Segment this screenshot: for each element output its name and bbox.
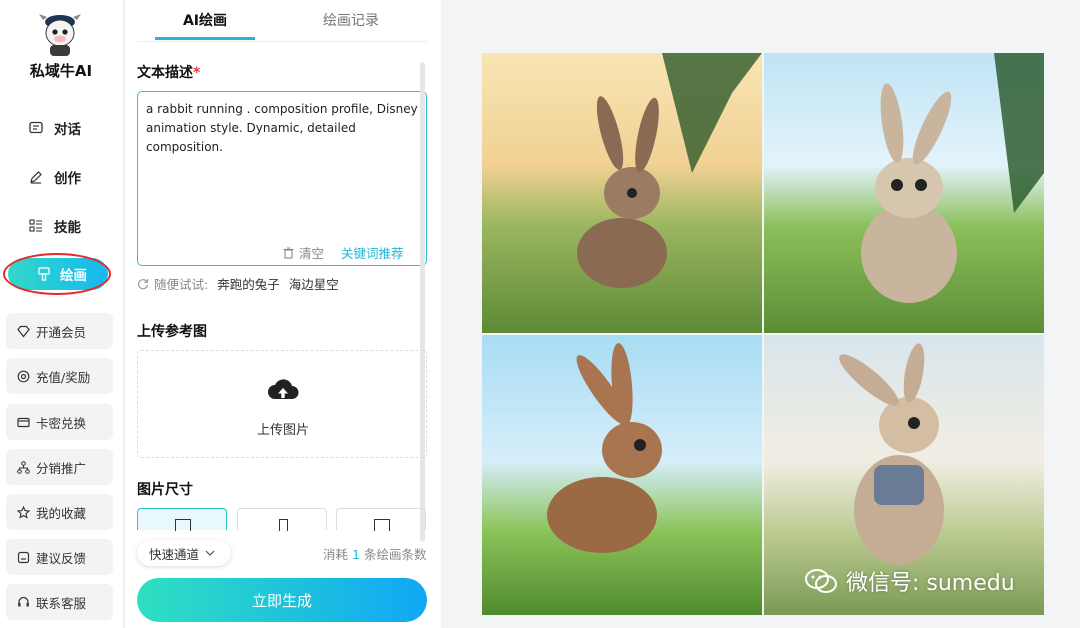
card-icon (16, 415, 30, 429)
upload-label: 上传图片 (256, 423, 309, 438)
result-image-2[interactable] (764, 53, 1044, 333)
rabbit-illustration-1 (577, 53, 762, 288)
star-icon (16, 505, 30, 519)
sidebar: 私域牛AI 对话 创作 技能 绘画 开通会员 充值/奖励 卡密兑换 分销推广 我… (0, 0, 124, 628)
annotation-highlight-ring (3, 253, 111, 295)
required-mark: * (193, 65, 201, 81)
upload-dropzone[interactable]: 上传图片 (137, 350, 427, 458)
prompt-textarea[interactable]: a rabbit running . composition profile, … (137, 91, 427, 266)
rabbit-illustration-2 (861, 53, 1044, 303)
cow-mascot-logo (39, 14, 81, 56)
menu-card-redeem-label: 卡密兑换 (36, 415, 87, 431)
prompt-title-text: 文本描述 (137, 65, 193, 81)
suggest-chip-rabbit[interactable]: 奔跑的兔子 (217, 274, 280, 293)
cost-info: 消耗 1 条绘画条数 (323, 544, 426, 563)
result-image-1[interactable] (482, 53, 762, 333)
size-title: 图片尺寸 (137, 482, 193, 498)
wechat-icon (805, 569, 837, 593)
network-icon (16, 460, 30, 474)
menu-distribution[interactable]: 分销推广 (6, 449, 113, 485)
nav-skills-label: 技能 (54, 220, 81, 236)
menu-membership[interactable]: 开通会员 (6, 313, 113, 349)
nav-skills[interactable]: 技能 (28, 214, 81, 238)
watermark-text: 微信号: sumedu (846, 571, 1015, 596)
result-image-grid (482, 53, 1045, 615)
list-icon (28, 218, 44, 234)
cost-count: 1 (352, 547, 360, 562)
suggest-chip-starry-sea[interactable]: 海边星空 (289, 274, 339, 293)
brand-name: 私域牛AI (29, 62, 93, 80)
upload-title: 上传参考图 (137, 324, 207, 340)
menu-favorites[interactable]: 我的收藏 (6, 494, 113, 530)
nav-create[interactable]: 创作 (28, 165, 81, 189)
panel-scrollbar[interactable] (420, 62, 425, 542)
rabbit-illustration-3 (547, 343, 662, 553)
size-option-square[interactable] (137, 508, 227, 531)
drawing-panel: AI绘画 绘画记录 文本描述* a rabbit running . compo… (125, 0, 441, 628)
headset-icon (16, 595, 30, 609)
channel-label: 快速通道 (149, 546, 200, 562)
channel-select[interactable]: 快速通道 (137, 540, 231, 566)
diamond-icon (16, 324, 30, 338)
square-ratio-icon (175, 519, 191, 531)
landscape-ratio-icon (374, 519, 390, 531)
pencil-icon (28, 169, 44, 185)
menu-recharge[interactable]: 充值/奖励 (6, 358, 113, 394)
size-option-portrait[interactable] (237, 508, 327, 531)
size-option-landscape[interactable] (336, 508, 426, 531)
portrait-ratio-icon (279, 519, 288, 531)
menu-support[interactable]: 联系客服 (6, 584, 113, 620)
generate-button[interactable]: 立即生成 (137, 578, 427, 622)
nav-chat[interactable]: 对话 (28, 116, 81, 140)
suggest-label: 随便试试: (154, 277, 209, 292)
tab-divider (137, 41, 427, 42)
tab-drawing-history[interactable]: 绘画记录 (301, 10, 401, 40)
result-image-3[interactable] (482, 335, 762, 615)
cloud-upload-icon (268, 379, 299, 399)
tab-ai-drawing[interactable]: AI绘画 (155, 10, 255, 40)
cost-prefix: 消耗 (323, 547, 349, 562)
nav-create-label: 创作 (54, 171, 81, 187)
feedback-icon (16, 550, 30, 564)
clear-button[interactable]: 清空 (283, 243, 324, 262)
menu-support-label: 联系客服 (36, 595, 87, 611)
trash-icon (283, 247, 294, 259)
menu-distribution-label: 分销推广 (36, 460, 87, 476)
menu-favorites-label: 我的收藏 (36, 505, 87, 521)
coin-icon (16, 369, 30, 383)
menu-membership-label: 开通会员 (36, 324, 87, 340)
chevron-down-icon (205, 548, 215, 559)
prompt-title: 文本描述* (137, 62, 200, 82)
chat-icon (28, 120, 44, 136)
menu-feedback-label: 建议反馈 (36, 550, 87, 566)
menu-recharge-label: 充值/奖励 (36, 369, 91, 385)
wechat-watermark: 微信号: sumedu (804, 565, 1015, 597)
suggestion-row: 随便试试: 奔跑的兔子 海边星空 (137, 274, 339, 293)
refresh-icon[interactable] (137, 278, 149, 290)
clear-label: 清空 (299, 246, 325, 261)
menu-card-redeem[interactable]: 卡密兑换 (6, 404, 113, 440)
cost-suffix: 条绘画条数 (363, 547, 427, 562)
nav-chat-label: 对话 (54, 122, 81, 138)
keyword-recommend-link[interactable]: 关键词推荐 (341, 243, 404, 262)
menu-feedback[interactable]: 建议反馈 (6, 539, 113, 575)
